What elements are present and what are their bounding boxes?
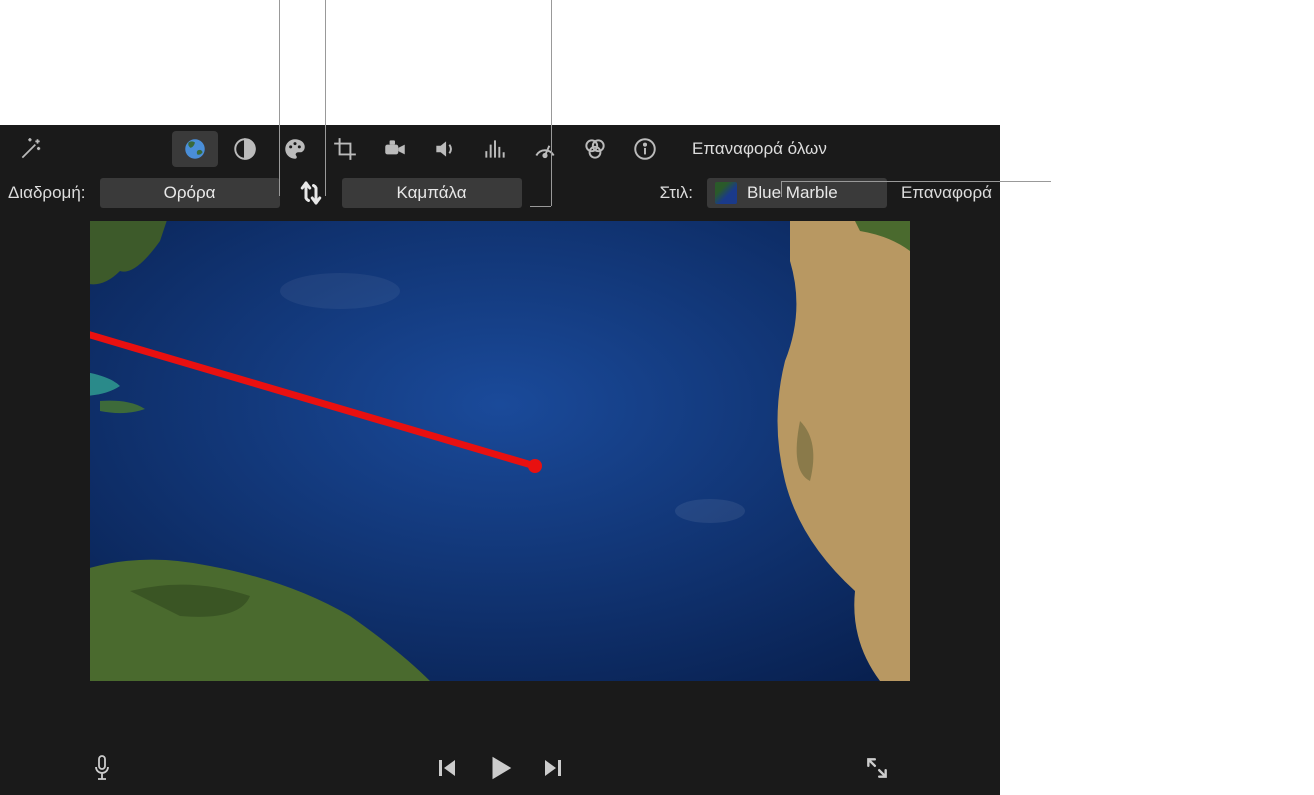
filters-icon[interactable]	[572, 131, 618, 167]
style-label: Στιλ:	[660, 183, 693, 203]
map-viewer[interactable]	[90, 221, 910, 681]
route-label: Διαδρομή:	[8, 183, 86, 203]
callout-line	[325, 0, 326, 196]
to-location-button[interactable]: Καμπάλα	[342, 178, 522, 208]
previous-icon[interactable]	[435, 756, 459, 785]
from-location-button[interactable]: Ορόρα	[100, 178, 280, 208]
route-bar: Διαδρομή: Ορόρα Καμπάλα Στιλ: Blue Marbl…	[0, 173, 1000, 213]
expand-icon[interactable]	[864, 755, 890, 786]
crop-icon[interactable]	[322, 131, 368, 167]
callout-line-horizontal	[781, 181, 1051, 182]
magic-wand-icon[interactable]	[8, 131, 54, 167]
style-name: Blue Marble	[747, 183, 838, 203]
callout-line-vertical	[781, 181, 782, 197]
style-button[interactable]: Blue Marble	[707, 178, 887, 208]
reset-all-button[interactable]: Επαναφορά όλων	[692, 139, 827, 159]
app-window: Επαναφορά όλων Διαδρομή: Ορόρα Καμπάλα Σ…	[0, 125, 1000, 795]
video-camera-icon[interactable]	[372, 131, 418, 167]
info-icon[interactable]	[622, 131, 668, 167]
playback-bar	[0, 745, 1000, 795]
callout-line	[279, 0, 280, 196]
globe-icon[interactable]	[172, 131, 218, 167]
speaker-icon[interactable]	[422, 131, 468, 167]
equalizer-icon[interactable]	[472, 131, 518, 167]
callout-line-vertical	[551, 0, 552, 206]
callout-line-horizontal	[530, 206, 551, 207]
reset-button[interactable]: Επαναφορά	[901, 183, 992, 203]
next-icon[interactable]	[541, 756, 565, 785]
contrast-icon[interactable]	[222, 131, 268, 167]
style-thumbnail	[715, 182, 737, 204]
swap-direction-button[interactable]	[294, 176, 328, 210]
microphone-icon[interactable]	[90, 754, 114, 787]
adjustment-toolbar: Επαναφορά όλων	[0, 125, 1000, 173]
speedometer-icon[interactable]	[522, 131, 568, 167]
play-icon[interactable]	[485, 753, 515, 788]
